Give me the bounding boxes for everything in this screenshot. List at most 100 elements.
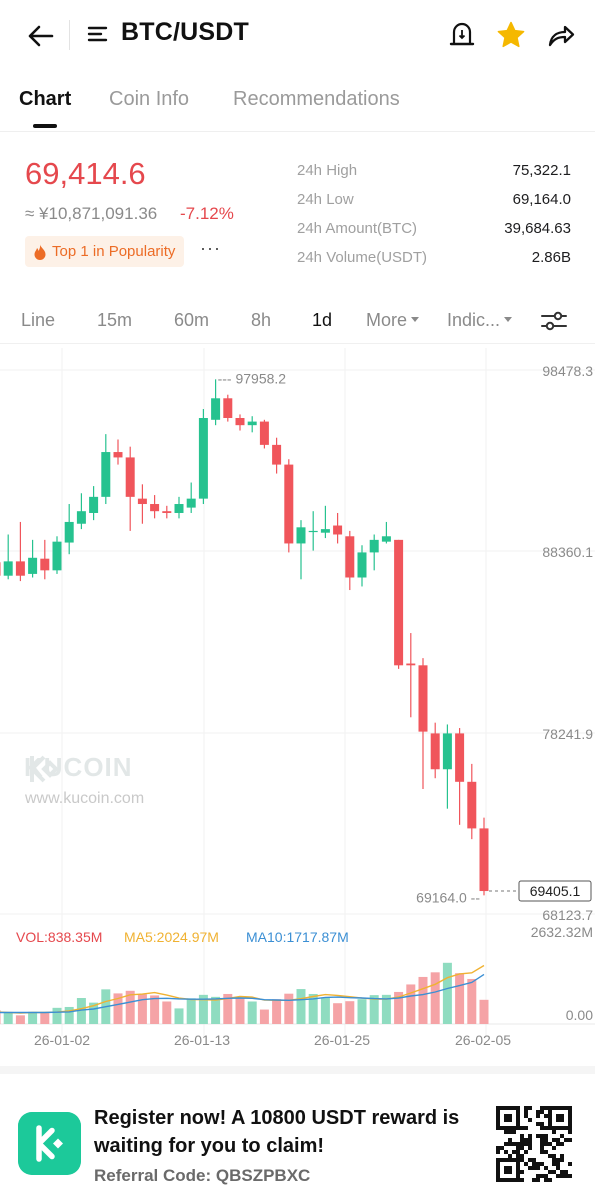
candle-body — [186, 498, 196, 508]
candle-body — [272, 444, 282, 465]
interval-more-dropdown[interactable]: More — [366, 310, 420, 331]
qr-module — [540, 1110, 544, 1114]
candlestick-chart[interactable]: 98478.3 88360.1 78241.9 68123.7 --- 97958.2 6… — [0, 348, 595, 1055]
qr-module — [548, 1178, 552, 1182]
qr-module — [540, 1122, 544, 1126]
qr-module — [540, 1134, 544, 1138]
stat-value: 2.86B — [531, 249, 571, 266]
qr-module — [552, 1154, 556, 1158]
watermark-url: www.kucoin.com — [25, 790, 145, 807]
star-icon[interactable] — [496, 20, 526, 50]
tab-recommendations[interactable]: Recommendations — [233, 88, 400, 111]
candle-body — [284, 464, 294, 544]
volume-bar — [15, 1015, 25, 1024]
qr-module — [508, 1142, 512, 1146]
qr-module — [536, 1166, 540, 1170]
qr-module — [528, 1142, 532, 1146]
qr-module — [516, 1142, 520, 1146]
candle-body — [223, 398, 233, 418]
qr-module — [544, 1138, 548, 1142]
qr-module — [516, 1146, 520, 1150]
trading-pair-title[interactable]: BTC/USDT — [121, 18, 249, 47]
volume-bar — [150, 995, 160, 1024]
date-axis-label: 26-02-05 — [455, 1032, 511, 1048]
indicators-dropdown[interactable]: Indic... — [447, 310, 513, 331]
interval-8h[interactable]: 8h — [251, 310, 271, 331]
qr-module — [500, 1146, 504, 1150]
interval-line[interactable]: Line — [21, 310, 55, 331]
tab-chart[interactable]: Chart — [19, 88, 71, 111]
stat-label: 24h Amount(BTC) — [297, 220, 418, 237]
qr-module — [520, 1126, 524, 1130]
qr-module — [524, 1126, 528, 1130]
volume-bar — [247, 1001, 257, 1024]
interval-60m[interactable]: 60m — [174, 310, 209, 331]
candle-body — [64, 521, 74, 543]
menu-icon[interactable] — [86, 22, 110, 46]
candle-body — [455, 733, 465, 782]
last-price: 69,414.6 — [25, 156, 146, 191]
volume-bar — [345, 1001, 355, 1024]
qr-module — [552, 1138, 556, 1142]
stat-label: 24h High — [297, 162, 358, 179]
candle-body — [198, 417, 208, 499]
qr-module — [524, 1142, 528, 1146]
qr-module — [560, 1170, 564, 1174]
stat-24h-amount: 24h Amount(BTC) 39,684.63 — [297, 220, 571, 249]
volume-bar — [186, 998, 196, 1024]
price-alert-icon[interactable] — [448, 20, 476, 50]
volume-bar — [357, 999, 367, 1024]
qr-module — [536, 1134, 540, 1138]
stat-value: 75,322.1 — [512, 162, 571, 179]
candle-body — [296, 527, 306, 544]
qr-module — [540, 1150, 544, 1154]
kucoin-watermark: KUCOIN — [24, 752, 133, 783]
back-arrow-icon[interactable] — [22, 18, 58, 54]
qr-module — [552, 1162, 556, 1166]
candle-body — [125, 457, 135, 497]
qr-module — [544, 1174, 548, 1178]
volume-bar — [406, 984, 416, 1024]
qr-module — [540, 1146, 544, 1150]
qr-module — [520, 1146, 524, 1150]
price-axis-label: 88360.1 — [542, 544, 593, 560]
qr-module — [532, 1178, 536, 1182]
qr-module — [520, 1134, 524, 1138]
interval-15m[interactable]: 15m — [97, 310, 132, 331]
candle-body — [479, 828, 489, 892]
qr-module — [512, 1142, 516, 1146]
qr-module — [556, 1162, 560, 1166]
qr-module — [544, 1126, 548, 1130]
volume-bar — [211, 996, 221, 1024]
qr-module — [560, 1142, 564, 1146]
qr-module — [568, 1130, 572, 1134]
volume-bar — [40, 1013, 50, 1024]
kucoin-logo-icon — [30, 755, 58, 783]
volume-bar — [479, 999, 489, 1024]
interval-1d[interactable]: 1d — [312, 310, 332, 331]
chart-canvas[interactable]: 98478.3 88360.1 78241.9 68123.7 --- 97958.2 6… — [0, 348, 595, 1055]
qr-module — [524, 1138, 528, 1142]
candle-body — [442, 733, 452, 770]
stat-label: 24h Volume(USDT) — [297, 249, 428, 266]
referral-banner[interactable]: Register now! A 10800 USDT reward is wai… — [0, 1066, 595, 1200]
candle-body — [345, 536, 355, 578]
share-icon[interactable] — [546, 20, 576, 50]
qr-module — [536, 1110, 540, 1114]
qr-module — [532, 1158, 536, 1162]
candle-body — [357, 552, 367, 578]
popularity-badge[interactable]: Top 1 in Popularity — [25, 236, 185, 267]
kucoin-app-logo — [18, 1112, 81, 1175]
last-price-tag-label: 69405.1 — [530, 883, 581, 899]
candle-body — [381, 536, 391, 542]
candle-body — [259, 421, 269, 445]
volume-bar — [162, 1001, 172, 1024]
volume-bar — [467, 978, 477, 1024]
chart-settings-icon[interactable] — [539, 308, 569, 334]
qr-module — [552, 1158, 556, 1162]
candle-body — [174, 504, 184, 513]
more-options-button[interactable]: ··· — [200, 238, 221, 259]
candle-body — [406, 663, 416, 666]
tab-coin-info[interactable]: Coin Info — [109, 88, 189, 111]
candle-body — [52, 541, 62, 571]
